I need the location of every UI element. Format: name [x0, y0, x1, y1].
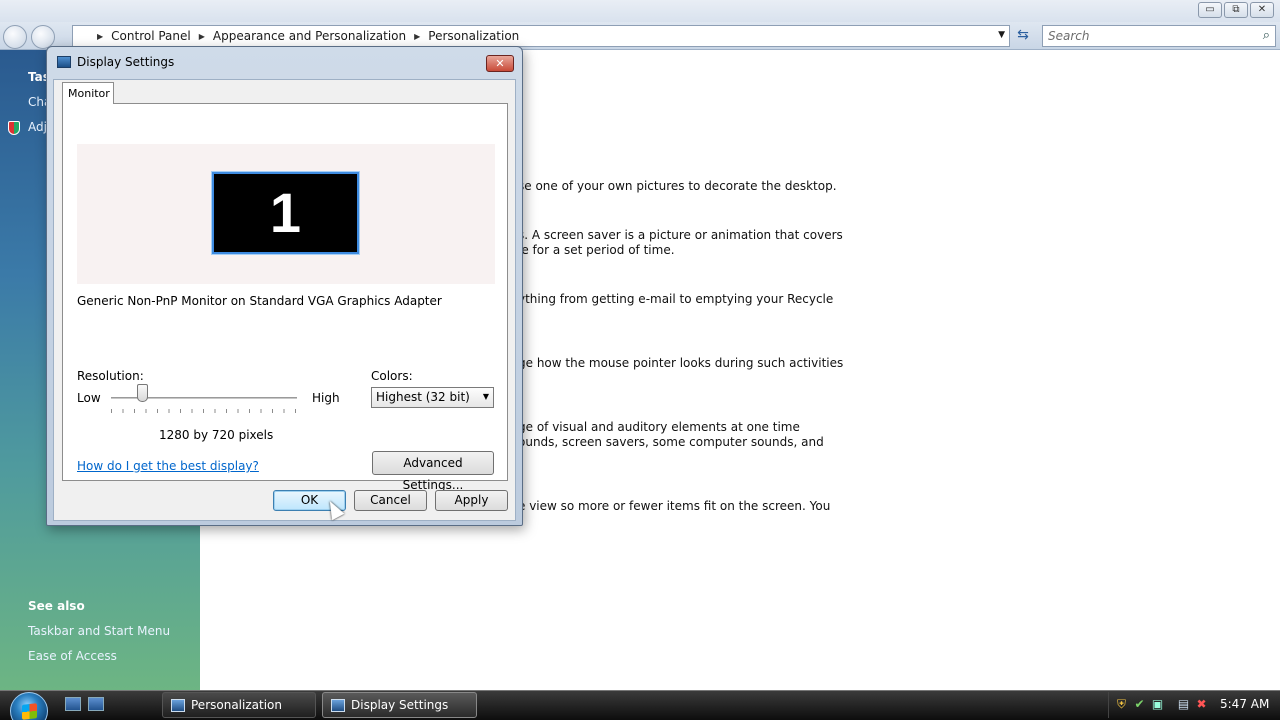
content-screen-saver-desc-2: le for a set period of time. [518, 243, 675, 257]
content-mouse-pointers-desc: ge how the mouse pointer looks during su… [518, 356, 844, 370]
breadcrumb-separator-icon: ▶ [97, 31, 104, 41]
breadcrumb-control-panel[interactable]: Control Panel [105, 29, 197, 43]
dialog-body: Monitor 1 Generic Non-PnP Monitor on Sta… [53, 79, 516, 521]
personalization-icon [171, 698, 185, 712]
resolution-low-label: Low [77, 391, 101, 405]
address-dropdown-icon[interactable]: ▼ [998, 30, 1005, 40]
colors-label: Colors: [371, 369, 413, 383]
network-icon[interactable]: ▤ [1177, 697, 1190, 711]
clock[interactable]: 5:47 AM [1220, 697, 1269, 711]
taskbar-display-settings-label: Display Settings [351, 698, 449, 712]
search-input[interactable]: Search ⌕ [1042, 25, 1276, 47]
breadcrumb-separator-icon: ▶ [414, 31, 421, 41]
back-arrow-icon[interactable] [3, 25, 27, 49]
taskbar-display-settings[interactable]: Display Settings [322, 692, 477, 718]
security-shield-icon[interactable]: ⛨ [1115, 697, 1128, 711]
close-button[interactable]: ✕ [1250, 2, 1274, 18]
dialog-title: Display Settings [77, 55, 175, 69]
resolution-high-label: High [312, 391, 340, 405]
content-sounds-desc: ything from getting e-mail to emptying y… [518, 292, 834, 306]
address-bar[interactable]: ▶ Control Panel ▶ Appearance and Persona… [72, 25, 1010, 47]
monitor-tab-panel: 1 Generic Non-PnP Monitor on Standard VG… [62, 103, 508, 492]
explorer-title-bar: ▭ ⧉ ✕ [0, 0, 1280, 22]
display-settings-dialog: Display Settings ✕ Monitor 1 Generic Non… [46, 46, 523, 526]
dialog-close-button[interactable]: ✕ [486, 55, 514, 72]
breadcrumb-separator-icon: ▶ [198, 31, 205, 41]
cancel-button[interactable]: Cancel [354, 490, 427, 511]
resolution-slider-thumb[interactable] [137, 384, 149, 402]
best-display-help-link[interactable]: How do I get the best display? [77, 459, 259, 473]
chevron-down-icon: ▼ [482, 392, 489, 401]
windows-logo-icon [22, 703, 37, 720]
magnifier-icon[interactable]: ⌕ [1263, 28, 1270, 43]
apply-button[interactable]: Apply [435, 490, 508, 511]
resolution-value: 1280 by 720 pixels [159, 428, 274, 442]
refresh-icon[interactable]: ⇆ [1012, 26, 1034, 46]
see-also-taskbar-link[interactable]: Taskbar and Start Menu [28, 624, 170, 638]
content-desktop-background-desc: se one of your own pictures to decorate … [518, 179, 837, 193]
display-settings-icon [331, 698, 345, 712]
action-center-icon[interactable]: ▣ [1151, 697, 1164, 711]
uac-shield-icon [8, 121, 20, 135]
safely-remove-icon[interactable]: ✔ [1133, 697, 1146, 711]
resolution-label: Resolution: [77, 369, 144, 383]
minimize-button[interactable]: ▭ [1198, 2, 1222, 18]
colors-selected-value: Highest (32 bit) [376, 390, 470, 404]
taskbar-personalization[interactable]: Personalization [162, 692, 316, 718]
switch-windows-icon[interactable] [88, 697, 104, 711]
resolution-slider-ticks [111, 409, 297, 413]
volume-muted-icon[interactable]: ✖ [1195, 697, 1208, 711]
content-screen-saver-desc: s. A screen saver is a picture or animat… [518, 228, 843, 242]
taskbar-personalization-label: Personalization [191, 698, 282, 712]
see-also-ease-of-access-link[interactable]: Ease of Access [28, 649, 117, 663]
advanced-settings-button[interactable]: Advanced Settings... [372, 451, 494, 492]
content-theme-desc-2: ounds, screen savers, some computer soun… [518, 435, 824, 449]
content-font-size-desc: e view so more or fewer items fit on the… [518, 499, 831, 513]
dialog-title-bar: Display Settings [57, 55, 174, 69]
display-settings-icon [57, 56, 71, 68]
task-link-adjust[interactable]: Adj [28, 120, 47, 134]
window-controls: ▭ ⧉ ✕ [1198, 2, 1274, 18]
monitor-1-icon[interactable]: 1 [212, 172, 359, 254]
breadcrumb-appearance[interactable]: Appearance and Personalization [207, 29, 412, 43]
colors-dropdown[interactable]: Highest (32 bit) ▼ [371, 387, 494, 408]
search-placeholder: Search [1048, 29, 1090, 43]
monitor-preview-area: 1 [77, 144, 495, 284]
see-also-heading: See also [28, 599, 85, 613]
breadcrumb-personalization[interactable]: Personalization [422, 29, 525, 43]
monitor-description: Generic Non-PnP Monitor on Standard VGA … [77, 294, 442, 308]
maximize-button[interactable]: ⧉ [1224, 2, 1248, 18]
tab-monitor[interactable]: Monitor [62, 82, 114, 104]
show-desktop-icon[interactable] [65, 697, 81, 711]
content-theme-desc: ge of visual and auditory elements at on… [518, 420, 800, 434]
